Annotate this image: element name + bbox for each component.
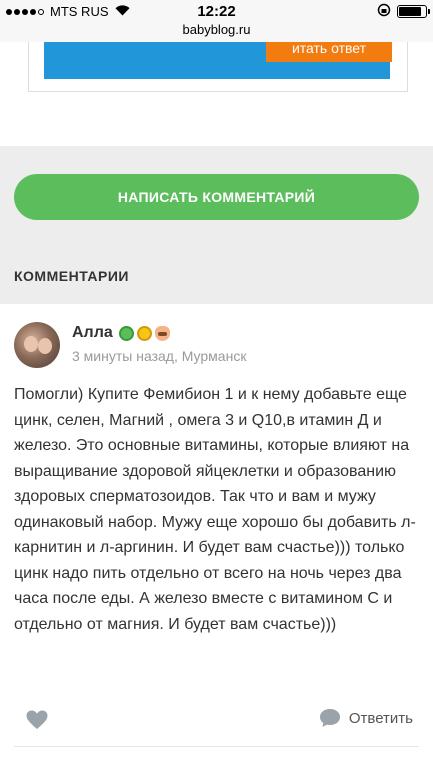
- comments-header-band: НАПИСАТЬ КОММЕНТАРИЙ КОММЕНТАРИИ: [0, 146, 433, 304]
- heart-icon[interactable]: [26, 710, 48, 730]
- status-bar: MTS RUS 12:22: [0, 0, 433, 22]
- write-comment-button[interactable]: НАПИСАТЬ КОММЕНТАРИЙ: [14, 174, 419, 220]
- baby-icon: [154, 325, 170, 341]
- url-bar[interactable]: babyblog.ru: [0, 22, 433, 42]
- reply-label: Ответить: [348, 709, 413, 727]
- green-circle-icon: [118, 325, 134, 341]
- status-right: [377, 3, 430, 20]
- comment-meta: 3 минуты назад, Мурманск: [72, 348, 247, 364]
- ad-area: итать ответ: [0, 42, 433, 146]
- author-row: Алла: [72, 324, 173, 342]
- rotation-lock-icon: [377, 3, 391, 20]
- speech-bubble-icon: [319, 708, 341, 728]
- comments-section-title: КОММЕНТАРИИ: [14, 268, 129, 284]
- battery-icon: [397, 5, 430, 18]
- ad-banner[interactable]: итать ответ: [44, 42, 392, 79]
- clock: 12:22: [197, 3, 236, 20]
- comment-text: Помогли) Купите Фемибион 1 и к нему доба…: [14, 386, 416, 633]
- divider: [14, 746, 419, 747]
- ad-button[interactable]: итать ответ: [266, 42, 392, 62]
- avatar[interactable]: [14, 322, 60, 368]
- comment-item: Алла 3 минуты назад, Мурманск Помогли) К…: [0, 304, 433, 770]
- reply-button[interactable]: Ответить: [319, 708, 413, 728]
- author-name[interactable]: Алла: [72, 324, 113, 342]
- gold-circle-icon: [136, 325, 152, 341]
